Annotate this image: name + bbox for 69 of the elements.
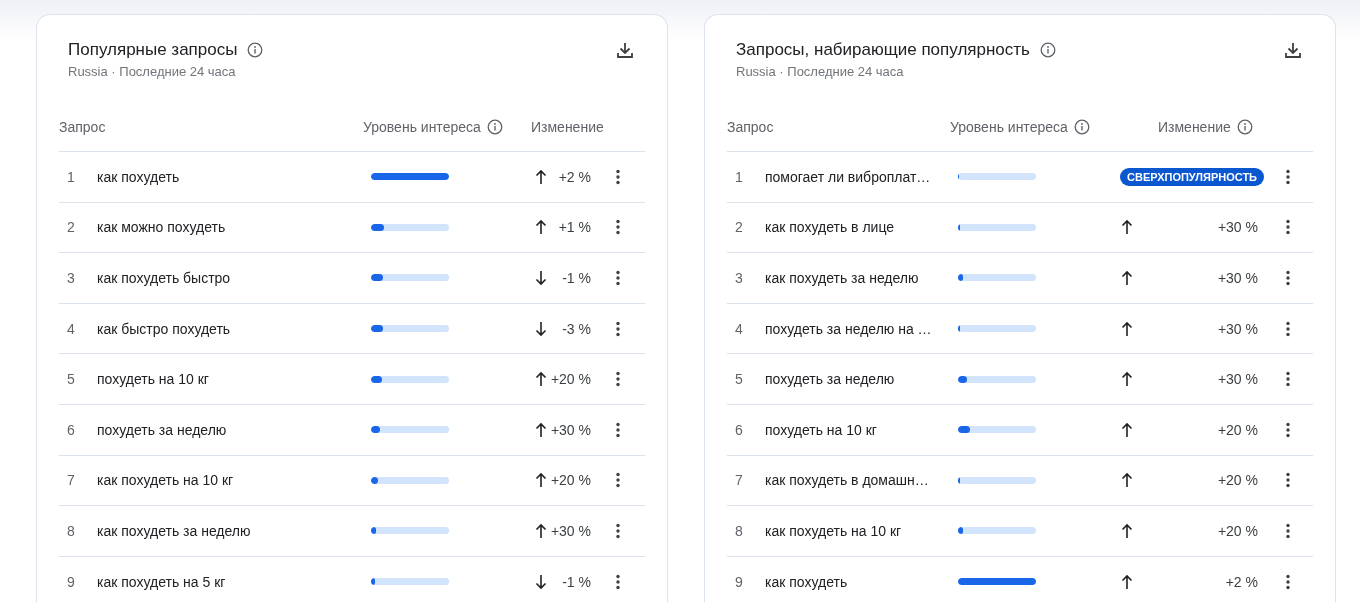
- card-subtitle: Russia · Последние 24 часа: [68, 64, 237, 79]
- rank-number: 1: [734, 168, 743, 185]
- column-header: Изменение: [531, 119, 604, 135]
- rank-number: 2: [734, 219, 743, 236]
- query-link[interactable]: как похудеть: [97, 168, 180, 185]
- rank-number: 5: [734, 371, 743, 388]
- change-percent: +30 %: [1217, 270, 1258, 286]
- column-header: Изменение: [1158, 119, 1231, 135]
- info-icon[interactable]: [486, 119, 503, 135]
- rank-number: 8: [66, 522, 75, 539]
- rank-number: 4: [66, 320, 75, 337]
- column-header: Уровень интереса: [363, 119, 481, 135]
- rank-number: 2: [66, 219, 75, 236]
- rank-number: 6: [734, 421, 743, 438]
- query-link[interactable]: как похудеть быстро: [97, 270, 231, 286]
- change-percent: -3 %: [562, 320, 591, 337]
- rank-number: 8: [734, 522, 743, 539]
- column-header: Запрос: [727, 119, 774, 135]
- change-percent: -1 %: [562, 270, 591, 286]
- query-link[interactable]: похудеть за неделю на …: [765, 320, 932, 337]
- rank-number: 1: [66, 168, 75, 185]
- rank-number: 7: [734, 472, 743, 489]
- info-icon[interactable]: [1236, 119, 1253, 135]
- query-link[interactable]: как похудеть за неделю: [765, 270, 919, 286]
- info-icon[interactable]: [1039, 42, 1056, 58]
- query-link[interactable]: помогает ли виброплат…: [765, 168, 931, 185]
- query-link[interactable]: похудеть на 10 кг: [765, 421, 877, 438]
- change-percent: +20 %: [550, 472, 591, 489]
- change-percent: +2 %: [558, 168, 591, 185]
- query-link[interactable]: как похудеть в домашн…: [765, 472, 929, 489]
- change-percent: +30 %: [1217, 219, 1258, 236]
- rank-number: 3: [66, 270, 75, 286]
- query-link[interactable]: как быстро похудеть: [97, 320, 231, 337]
- change-percent: +2 %: [1225, 573, 1258, 590]
- card-subtitle: Russia · Последние 24 часа: [736, 64, 905, 79]
- change-percent: +30 %: [1217, 371, 1258, 388]
- info-icon[interactable]: [1073, 119, 1090, 135]
- column-header: Уровень интереса: [950, 119, 1068, 135]
- query-link[interactable]: похудеть на 10 кг: [97, 371, 209, 388]
- query-link[interactable]: как похудеть на 10 кг: [765, 522, 902, 539]
- column-header: Запрос: [59, 119, 106, 135]
- change-percent: +20 %: [550, 371, 591, 388]
- query-link[interactable]: как похудеть в лице: [765, 219, 895, 236]
- change-percent: +30 %: [1217, 320, 1258, 337]
- query-link[interactable]: как можно похудеть: [97, 219, 226, 236]
- query-link[interactable]: как похудеть: [765, 573, 848, 590]
- card-title: Запросы, набирающие популярность: [736, 39, 1030, 61]
- change-percent: +20 %: [1217, 472, 1258, 489]
- rank-number: 6: [66, 421, 75, 438]
- rank-number: 9: [66, 573, 75, 590]
- query-link[interactable]: как похудеть на 10 кг: [97, 472, 234, 489]
- breakout-badge: СВЕРХПОПУЛЯРНОСТЬ: [1120, 167, 1265, 186]
- query-link[interactable]: как похудеть за неделю: [97, 522, 251, 539]
- rank-number: 7: [66, 472, 75, 489]
- info-icon[interactable]: [247, 42, 264, 58]
- rank-number: 9: [734, 573, 743, 590]
- query-link[interactable]: похудеть за неделю: [97, 421, 227, 438]
- change-percent: +20 %: [1217, 421, 1258, 438]
- change-percent: +20 %: [1217, 522, 1258, 539]
- query-link[interactable]: похудеть за неделю: [765, 371, 895, 388]
- rank-number: 5: [66, 371, 75, 388]
- rank-number: 3: [734, 270, 743, 286]
- query-link[interactable]: как похудеть на 5 кг: [97, 573, 226, 590]
- change-percent: +30 %: [550, 522, 591, 539]
- change-percent: +1 %: [558, 219, 591, 236]
- rank-number: 4: [734, 320, 743, 337]
- change-percent: +30 %: [550, 421, 591, 438]
- change-percent: -1 %: [562, 573, 591, 590]
- card-title: Популярные запросы: [68, 39, 238, 61]
